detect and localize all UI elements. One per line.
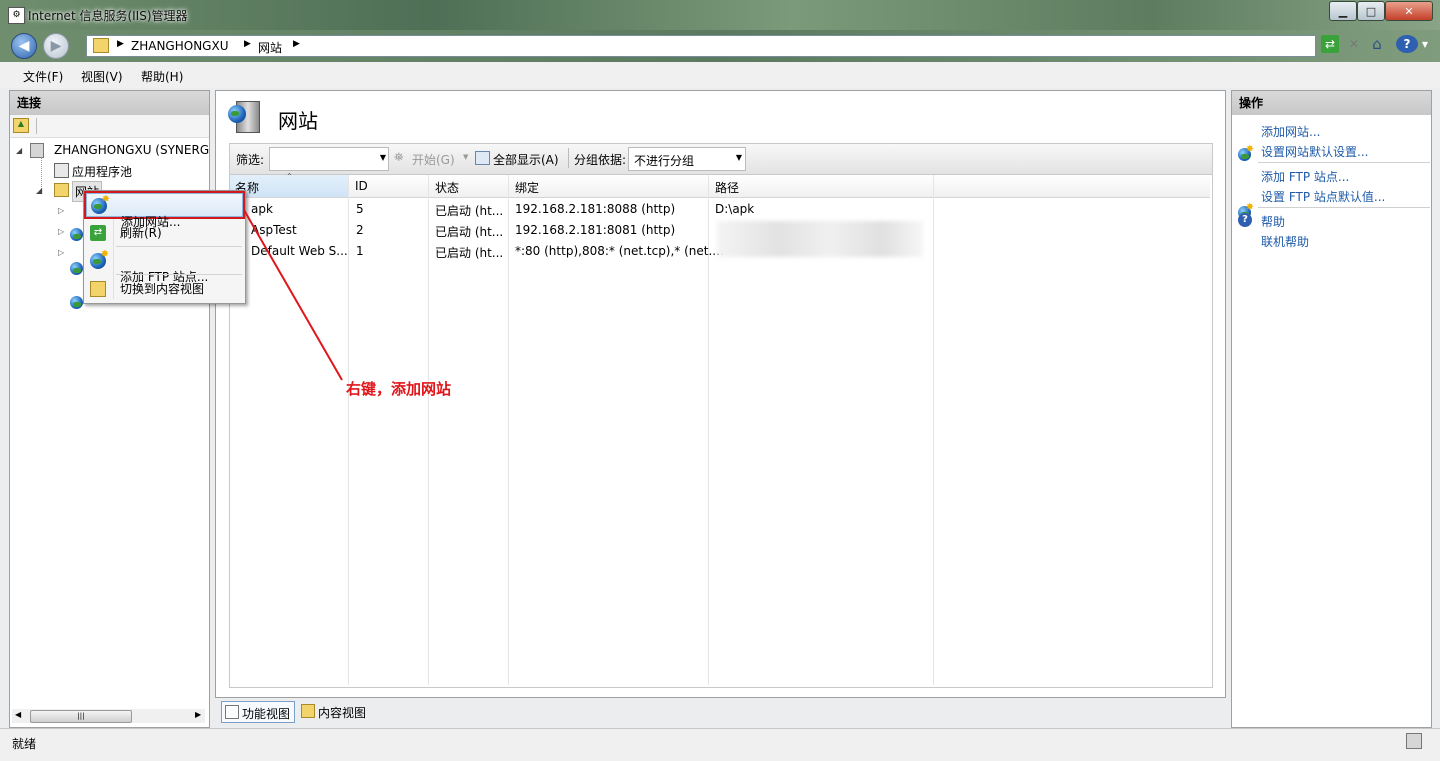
annotation-arrow bbox=[243, 209, 343, 381]
annotation-text: 右键，添加网站 bbox=[346, 380, 452, 398]
